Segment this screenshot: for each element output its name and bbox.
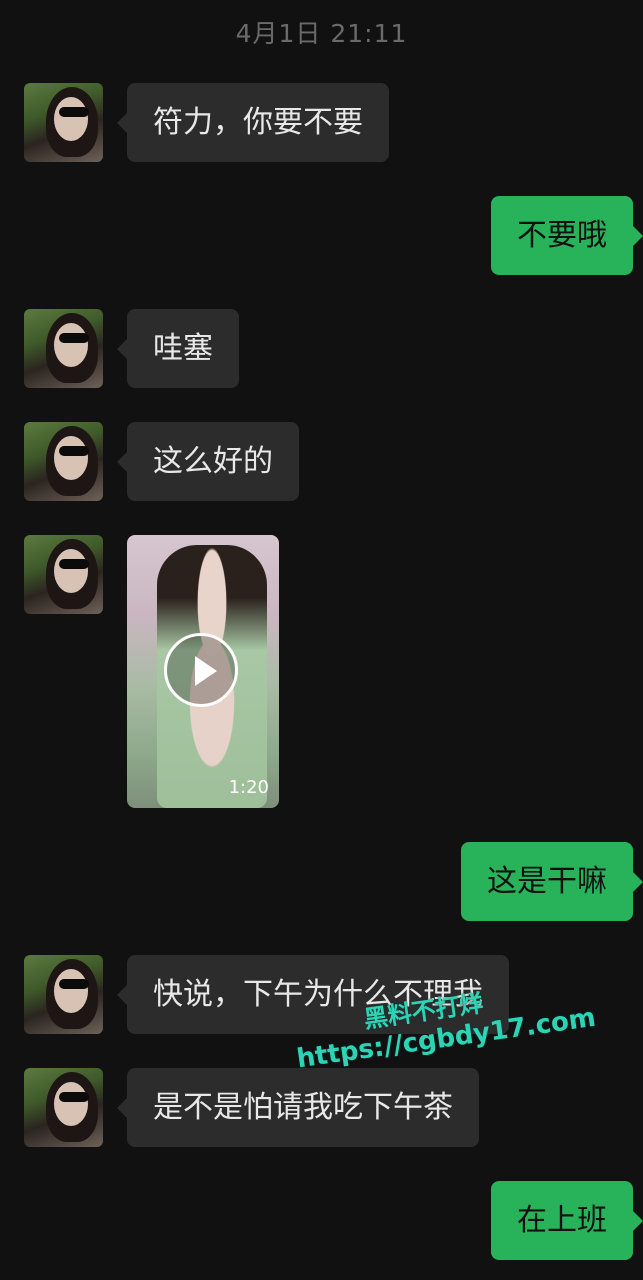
avatar-sunglasses — [59, 333, 89, 343]
outgoing-message[interactable]: 这是干嘛 — [461, 842, 643, 921]
avatar-face — [54, 549, 88, 593]
contact-avatar[interactable] — [24, 422, 103, 501]
avatar-face — [54, 1082, 88, 1126]
avatar-face — [54, 436, 88, 480]
contact-avatar[interactable] — [24, 83, 103, 162]
message-timestamp: 4月1日 21:11 — [235, 19, 408, 48]
video-duration: 1:20 — [228, 777, 269, 798]
contact-avatar[interactable] — [24, 535, 103, 614]
avatar-sunglasses — [59, 446, 89, 456]
avatar-face — [54, 969, 88, 1013]
incoming-message[interactable]: 哇塞 — [117, 309, 239, 388]
avatar-face — [54, 97, 88, 141]
contact-avatar[interactable] — [24, 309, 103, 388]
avatar-sunglasses — [59, 107, 89, 117]
outgoing-message[interactable]: 在上班 — [491, 1181, 643, 1260]
avatar-face — [54, 323, 88, 367]
avatar-sunglasses — [59, 1092, 89, 1102]
incoming-message[interactable]: 这么好的 — [117, 422, 299, 501]
play-icon[interactable] — [164, 633, 238, 707]
video-message-thumbnail[interactable]: 1:20 — [127, 535, 279, 808]
outgoing-message[interactable]: 不要哦 — [491, 196, 643, 275]
incoming-message[interactable]: 符力，你要不要 — [117, 83, 389, 162]
incoming-message[interactable]: 是不是怕请我吃下午茶 — [117, 1068, 479, 1147]
contact-avatar[interactable] — [24, 1068, 103, 1147]
avatar-sunglasses — [59, 979, 89, 989]
avatar-sunglasses — [59, 559, 89, 569]
contact-avatar[interactable] — [24, 955, 103, 1034]
